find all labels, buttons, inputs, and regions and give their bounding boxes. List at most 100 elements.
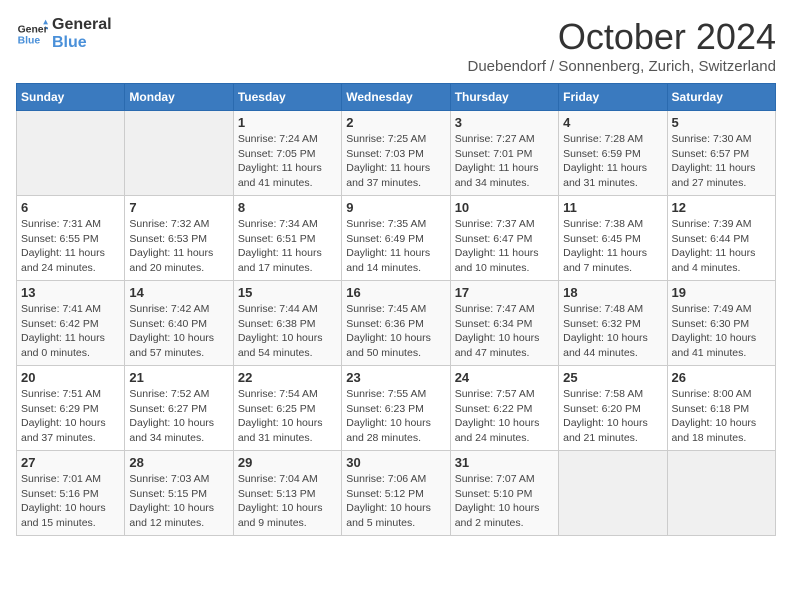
logo-blue-text: Blue (52, 34, 112, 52)
day-detail: Sunrise: 7:38 AM Sunset: 6:45 PM Dayligh… (563, 217, 662, 276)
day-detail: Sunrise: 7:48 AM Sunset: 6:32 PM Dayligh… (563, 302, 662, 361)
calendar-week-row: 20 Sunrise: 7:51 AM Sunset: 6:29 PM Dayl… (17, 366, 776, 451)
day-detail: Sunrise: 7:54 AM Sunset: 6:25 PM Dayligh… (238, 387, 337, 446)
calendar-cell: 28 Sunrise: 7:03 AM Sunset: 5:15 PM Dayl… (125, 451, 233, 536)
calendar-cell (667, 451, 775, 536)
daylight-label: Daylight: 10 hours and 57 minutes. (129, 332, 214, 359)
daylight-label: Daylight: 11 hours and 24 minutes. (21, 247, 105, 274)
sunset-label: Sunset: (455, 488, 494, 500)
sunset-label: Sunset: (129, 318, 168, 330)
day-detail: Sunrise: 7:07 AM Sunset: 5:10 PM Dayligh… (455, 472, 554, 531)
sunset-label: Sunset: (129, 233, 168, 245)
day-number: 12 (672, 200, 771, 215)
calendar-cell: 18 Sunrise: 7:48 AM Sunset: 6:32 PM Dayl… (559, 281, 667, 366)
sunset-label: Sunset: (563, 148, 602, 160)
sunset-label: Sunset: (672, 318, 711, 330)
daylight-label: Daylight: 10 hours and 54 minutes. (238, 332, 323, 359)
calendar-cell: 23 Sunrise: 7:55 AM Sunset: 6:23 PM Dayl… (342, 366, 450, 451)
weekday-header: Friday (559, 84, 667, 111)
day-number: 18 (563, 285, 662, 300)
sunset-label: Sunset: (21, 488, 60, 500)
day-number: 24 (455, 370, 554, 385)
day-detail: Sunrise: 7:34 AM Sunset: 6:51 PM Dayligh… (238, 217, 337, 276)
sunrise-label: Sunrise: (21, 303, 62, 315)
sunrise-label: Sunrise: (346, 218, 387, 230)
sunrise-label: Sunrise: (455, 218, 496, 230)
calendar-cell: 13 Sunrise: 7:41 AM Sunset: 6:42 PM Dayl… (17, 281, 125, 366)
day-number: 8 (238, 200, 337, 215)
calendar-week-row: 1 Sunrise: 7:24 AM Sunset: 7:05 PM Dayli… (17, 111, 776, 196)
weekday-header: Saturday (667, 84, 775, 111)
weekday-header: Sunday (17, 84, 125, 111)
sunrise-label: Sunrise: (238, 473, 279, 485)
day-detail: Sunrise: 7:06 AM Sunset: 5:12 PM Dayligh… (346, 472, 445, 531)
calendar-cell: 10 Sunrise: 7:37 AM Sunset: 6:47 PM Dayl… (450, 196, 558, 281)
day-detail: Sunrise: 7:44 AM Sunset: 6:38 PM Dayligh… (238, 302, 337, 361)
calendar-cell: 8 Sunrise: 7:34 AM Sunset: 6:51 PM Dayli… (233, 196, 341, 281)
sunset-label: Sunset: (346, 318, 385, 330)
calendar-cell: 27 Sunrise: 7:01 AM Sunset: 5:16 PM Dayl… (17, 451, 125, 536)
day-detail: Sunrise: 7:39 AM Sunset: 6:44 PM Dayligh… (672, 217, 771, 276)
calendar-table: SundayMondayTuesdayWednesdayThursdayFrid… (16, 83, 776, 536)
sunset-label: Sunset: (346, 148, 385, 160)
sunrise-label: Sunrise: (672, 133, 713, 145)
calendar-cell: 9 Sunrise: 7:35 AM Sunset: 6:49 PM Dayli… (342, 196, 450, 281)
day-number: 9 (346, 200, 445, 215)
sunset-label: Sunset: (672, 403, 711, 415)
daylight-label: Daylight: 10 hours and 50 minutes. (346, 332, 431, 359)
calendar-cell: 20 Sunrise: 7:51 AM Sunset: 6:29 PM Dayl… (17, 366, 125, 451)
daylight-label: Daylight: 10 hours and 5 minutes. (346, 502, 431, 529)
sunset-label: Sunset: (346, 403, 385, 415)
calendar-cell: 7 Sunrise: 7:32 AM Sunset: 6:53 PM Dayli… (125, 196, 233, 281)
daylight-label: Daylight: 11 hours and 14 minutes. (346, 247, 430, 274)
day-detail: Sunrise: 7:52 AM Sunset: 6:27 PM Dayligh… (129, 387, 228, 446)
day-detail: Sunrise: 8:00 AM Sunset: 6:18 PM Dayligh… (672, 387, 771, 446)
daylight-label: Daylight: 10 hours and 24 minutes. (455, 417, 540, 444)
page-header: General Blue General Blue October 2024 D… (16, 16, 776, 75)
day-number: 23 (346, 370, 445, 385)
sunset-label: Sunset: (455, 233, 494, 245)
day-number: 15 (238, 285, 337, 300)
daylight-label: Daylight: 11 hours and 41 minutes. (238, 162, 322, 189)
title-area: October 2024 Duebendorf / Sonnenberg, Zu… (467, 16, 776, 75)
day-number: 26 (672, 370, 771, 385)
weekday-header: Wednesday (342, 84, 450, 111)
sunrise-label: Sunrise: (346, 303, 387, 315)
calendar-cell: 3 Sunrise: 7:27 AM Sunset: 7:01 PM Dayli… (450, 111, 558, 196)
day-detail: Sunrise: 7:01 AM Sunset: 5:16 PM Dayligh… (21, 472, 120, 531)
svg-text:General: General (18, 24, 48, 35)
sunset-label: Sunset: (455, 318, 494, 330)
day-detail: Sunrise: 7:57 AM Sunset: 6:22 PM Dayligh… (455, 387, 554, 446)
calendar-cell: 17 Sunrise: 7:47 AM Sunset: 6:34 PM Dayl… (450, 281, 558, 366)
day-detail: Sunrise: 7:58 AM Sunset: 6:20 PM Dayligh… (563, 387, 662, 446)
day-number: 19 (672, 285, 771, 300)
sunset-label: Sunset: (21, 403, 60, 415)
daylight-label: Daylight: 10 hours and 44 minutes. (563, 332, 648, 359)
sunset-label: Sunset: (563, 403, 602, 415)
day-number: 21 (129, 370, 228, 385)
day-number: 16 (346, 285, 445, 300)
day-number: 11 (563, 200, 662, 215)
sunset-label: Sunset: (21, 318, 60, 330)
sunrise-label: Sunrise: (563, 218, 604, 230)
day-detail: Sunrise: 7:55 AM Sunset: 6:23 PM Dayligh… (346, 387, 445, 446)
sunrise-label: Sunrise: (238, 133, 279, 145)
sunrise-label: Sunrise: (346, 133, 387, 145)
sunrise-label: Sunrise: (672, 388, 713, 400)
calendar-cell: 4 Sunrise: 7:28 AM Sunset: 6:59 PM Dayli… (559, 111, 667, 196)
sunrise-label: Sunrise: (672, 303, 713, 315)
day-number: 1 (238, 115, 337, 130)
day-detail: Sunrise: 7:04 AM Sunset: 5:13 PM Dayligh… (238, 472, 337, 531)
sunset-label: Sunset: (563, 233, 602, 245)
weekday-header: Monday (125, 84, 233, 111)
sunrise-label: Sunrise: (238, 388, 279, 400)
calendar-cell (559, 451, 667, 536)
day-number: 25 (563, 370, 662, 385)
sunset-label: Sunset: (238, 148, 277, 160)
sunrise-label: Sunrise: (563, 388, 604, 400)
sunset-label: Sunset: (672, 233, 711, 245)
calendar-cell: 1 Sunrise: 7:24 AM Sunset: 7:05 PM Dayli… (233, 111, 341, 196)
calendar-cell: 16 Sunrise: 7:45 AM Sunset: 6:36 PM Dayl… (342, 281, 450, 366)
day-number: 22 (238, 370, 337, 385)
day-number: 5 (672, 115, 771, 130)
